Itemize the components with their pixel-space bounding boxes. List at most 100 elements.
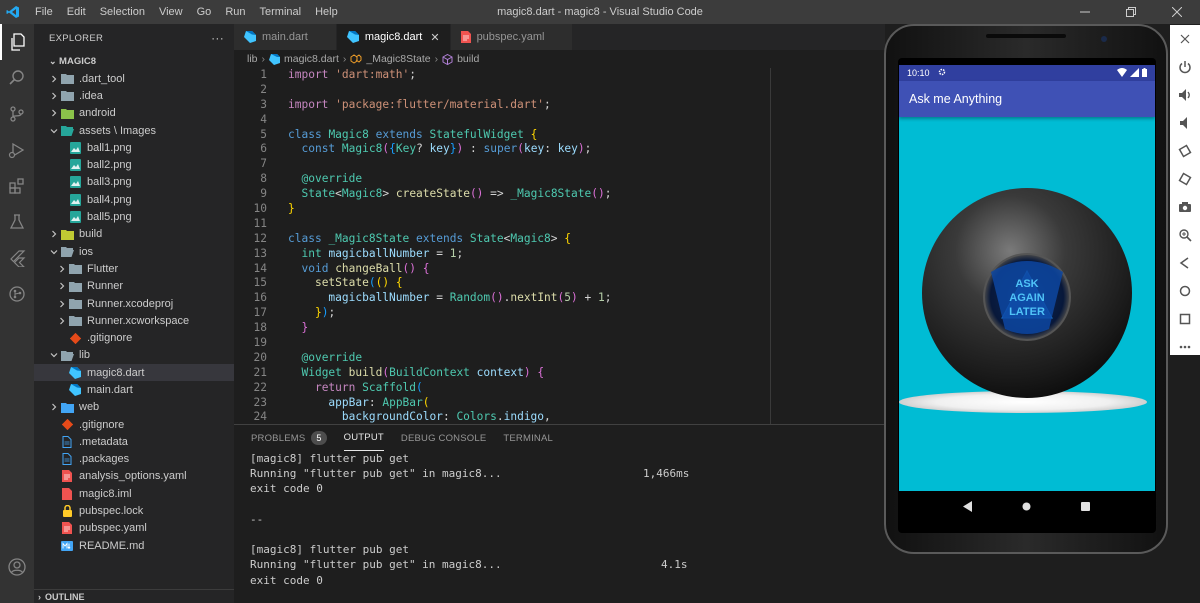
panel-tab-problems[interactable]: PROBLEMS 5 — [251, 425, 327, 451]
explorer-more-button[interactable]: ··· — [211, 31, 224, 45]
tree-item[interactable]: ball5.png — [34, 208, 234, 225]
tree-item[interactable]: ios — [34, 243, 234, 260]
tree-item-label: README.md — [79, 539, 145, 552]
tree-item[interactable]: ball1.png — [34, 139, 234, 156]
breadcrumb-folder[interactable]: lib — [247, 53, 258, 65]
line-number: 13 — [253, 246, 267, 260]
workspace-root[interactable]: ⌄ MAGIC8 — [34, 52, 234, 70]
code-editor[interactable]: 1 import 'dart:math'; 2 3 import 'package:fl… — [234, 68, 885, 464]
tree-item[interactable]: web — [34, 399, 234, 416]
tree-item-label: magic8.iml — [79, 487, 132, 500]
flutter-icon[interactable] — [0, 240, 34, 276]
search-icon[interactable] — [0, 60, 34, 96]
menu-file[interactable]: File — [28, 0, 60, 24]
power-icon[interactable] — [1170, 53, 1200, 81]
breadcrumb-class[interactable]: _Magic8State — [366, 53, 430, 65]
menu-terminal[interactable]: Terminal — [253, 0, 309, 24]
run-debug-icon[interactable] — [0, 132, 34, 168]
volume-down-icon[interactable] — [1170, 109, 1200, 137]
menu-help[interactable]: Help — [308, 0, 345, 24]
tree-item[interactable]: pubspec.lock — [34, 502, 234, 519]
dart-icon — [269, 53, 281, 65]
tree-item[interactable]: android — [34, 105, 234, 122]
tree-item[interactable]: build — [34, 226, 234, 243]
menu-selection[interactable]: Selection — [93, 0, 152, 24]
folder-icon — [68, 263, 82, 275]
tree-item[interactable]: .metadata — [34, 433, 234, 450]
back-icon[interactable] — [1170, 249, 1200, 277]
image-file-icon — [68, 176, 82, 189]
account-icon[interactable] — [0, 549, 34, 585]
nav-back-icon[interactable] — [953, 493, 983, 519]
tree-item[interactable]: .idea — [34, 87, 234, 104]
menu-view[interactable]: View — [152, 0, 190, 24]
editor-area: main.dart magic8.dart ✕ pubspec.yaml lib › … — [234, 24, 885, 464]
tree-item-label: lib — [79, 349, 91, 362]
tree-item[interactable]: ball2.png — [34, 156, 234, 173]
tree-item[interactable]: .gitignore — [34, 329, 234, 346]
output-view[interactable]: [magic8] flutter pub get Running "flutter… — [234, 451, 885, 588]
code-line: 18 } — [234, 321, 885, 336]
tree-item[interactable]: Runner — [34, 278, 234, 295]
zoom-icon[interactable] — [1170, 221, 1200, 249]
outline-section[interactable]: › OUTLINE — [34, 589, 234, 603]
magic-ball-button[interactable]: ASK AGAIN LATER — [899, 117, 1155, 491]
panel-tab-output[interactable]: OUTPUT — [343, 425, 384, 451]
tree-item[interactable]: README.md — [34, 537, 234, 554]
tree-item-label: ios — [79, 245, 94, 258]
extensions-icon[interactable] — [0, 168, 34, 204]
menu-run[interactable]: Run — [218, 0, 252, 24]
iml-file-icon — [60, 487, 74, 500]
tab-magic8-dart[interactable]: magic8.dart ✕ — [336, 24, 451, 50]
tree-item[interactable]: analysis_options.yaml — [34, 468, 234, 485]
line-number: 23 — [253, 395, 267, 409]
tree-item[interactable]: magic8.dart — [34, 364, 234, 382]
explorer-icon[interactable] — [0, 24, 34, 60]
tree-item[interactable]: ball3.png — [34, 174, 234, 191]
tree-item[interactable]: main.dart — [34, 381, 234, 398]
volume-up-icon[interactable] — [1170, 81, 1200, 109]
overview-icon[interactable] — [1170, 305, 1200, 333]
tree-item-label: Runner — [87, 280, 124, 293]
minimize-button[interactable] — [1062, 0, 1108, 24]
tab-pubspec-yaml[interactable]: pubspec.yaml — [450, 24, 574, 50]
line-number: 16 — [253, 291, 267, 305]
testing-icon[interactable] — [0, 204, 34, 240]
close-emulator-icon[interactable] — [1170, 25, 1200, 53]
camera-icon[interactable] — [1170, 193, 1200, 221]
close-tab-icon[interactable]: ✕ — [430, 31, 439, 44]
tree-item[interactable]: assets \ Images — [34, 122, 234, 139]
tree-item[interactable]: .gitignore — [34, 416, 234, 433]
tree-item[interactable]: pubspec.yaml — [34, 520, 234, 537]
menu-edit[interactable]: Edit — [60, 0, 93, 24]
folder-open-icon — [60, 349, 74, 361]
restore-button[interactable] — [1108, 0, 1154, 24]
emulator-screen[interactable]: 10:10 Ask me Anything ASK AGAIN LATER — [899, 65, 1155, 491]
tree-item[interactable]: Runner.xcworkspace — [34, 312, 234, 329]
source-control-icon[interactable] — [0, 96, 34, 132]
tree-item[interactable]: .dart_tool — [34, 70, 234, 87]
close-window-button[interactable] — [1154, 0, 1200, 24]
menu-go[interactable]: Go — [190, 0, 219, 24]
activity-bar — [0, 24, 34, 603]
panel-tab-terminal[interactable]: TERMINAL — [503, 425, 553, 451]
code-text: }); — [314, 306, 336, 320]
more-icon[interactable] — [1170, 333, 1200, 361]
nav-home-icon[interactable] — [1012, 493, 1042, 519]
tree-item[interactable]: lib — [34, 347, 234, 364]
git-graph-icon[interactable] — [0, 276, 34, 312]
tab-main-dart[interactable]: main.dart — [234, 24, 337, 50]
tree-item[interactable]: Runner.xcodeproj — [34, 295, 234, 312]
code-line: 7 — [234, 157, 885, 172]
tree-item[interactable]: ball4.png — [34, 191, 234, 208]
breadcrumb-method[interactable]: build — [457, 53, 479, 65]
home-icon[interactable] — [1170, 277, 1200, 305]
tree-item[interactable]: magic8.iml — [34, 485, 234, 502]
tree-item[interactable]: .packages — [34, 451, 234, 468]
rotate-right-icon[interactable] — [1170, 165, 1200, 193]
tree-item[interactable]: Flutter — [34, 260, 234, 277]
panel-tab-debug-console[interactable]: DEBUG CONSOLE — [401, 425, 486, 451]
rotate-left-icon[interactable] — [1170, 137, 1200, 165]
nav-recents-icon[interactable] — [1071, 493, 1101, 519]
breadcrumb-file[interactable]: magic8.dart — [284, 53, 339, 65]
